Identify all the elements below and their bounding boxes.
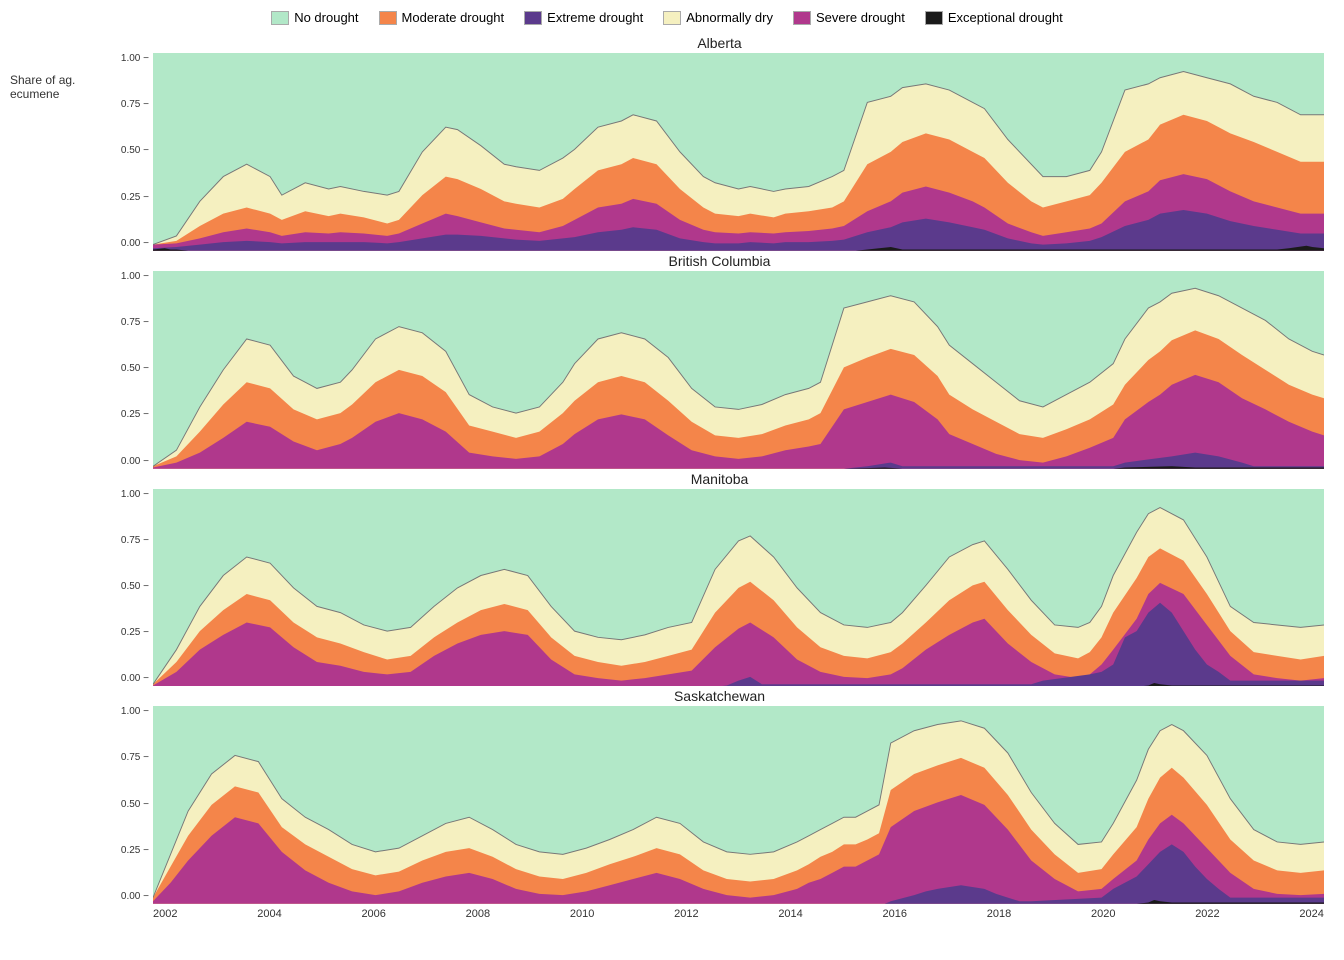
legend-label-extreme: Extreme drought bbox=[547, 10, 643, 25]
legend-row-2: Abnormally dry Severe drought Exceptiona… bbox=[663, 10, 1063, 25]
title-alberta: Alberta bbox=[115, 35, 1324, 51]
x-tick-2022: 2022 bbox=[1195, 908, 1219, 920]
legend-box-severe bbox=[793, 11, 811, 25]
x-tick-2016: 2016 bbox=[883, 908, 907, 920]
legend-label-severe: Severe drought bbox=[816, 10, 905, 25]
x-tick-2020: 2020 bbox=[1091, 908, 1115, 920]
legend-no-drought: No drought bbox=[271, 10, 358, 25]
title-manitoba: Manitoba bbox=[115, 471, 1324, 487]
svg-saskatchewan bbox=[153, 706, 1324, 904]
chart-bc: British Columbia 1.00 − 0.75 − 0.50 − 0.… bbox=[115, 253, 1324, 469]
legend-abnormally-dry: Abnormally dry bbox=[663, 10, 773, 25]
legend-label-exceptional: Exceptional drought bbox=[948, 10, 1063, 25]
x-tick-2010: 2010 bbox=[570, 908, 594, 920]
legend-label-no-drought: No drought bbox=[294, 10, 358, 25]
x-tick-2014: 2014 bbox=[778, 908, 802, 920]
legend-moderate-drought: Moderate drought bbox=[379, 10, 505, 25]
title-bc: British Columbia bbox=[115, 253, 1324, 269]
svg-manitoba bbox=[153, 489, 1324, 687]
legend-label-abnormal: Abnormally dry bbox=[686, 10, 773, 25]
x-tick-2024: 2024 bbox=[1299, 908, 1323, 920]
legend-exceptional-drought: Exceptional drought bbox=[925, 10, 1063, 25]
legend-box-moderate bbox=[379, 11, 397, 25]
x-tick-2008: 2008 bbox=[466, 908, 490, 920]
x-tick-2004: 2004 bbox=[257, 908, 281, 920]
legend-box-no-drought bbox=[271, 11, 289, 25]
svg-alberta bbox=[153, 53, 1324, 251]
legend-box-abnormal bbox=[663, 11, 681, 25]
legend-extreme-drought: Extreme drought bbox=[524, 10, 643, 25]
legend-severe-drought: Severe drought bbox=[793, 10, 905, 25]
title-saskatchewan: Saskatchewan bbox=[115, 688, 1324, 704]
chart-manitoba: Manitoba 1.00 − 0.75 − 0.50 − 0.25 − 0.0… bbox=[115, 471, 1324, 687]
x-tick-2002: 2002 bbox=[153, 908, 177, 920]
legend-label-moderate: Moderate drought bbox=[402, 10, 505, 25]
main-container: No drought Moderate drought Extreme drou… bbox=[0, 0, 1344, 960]
x-tick-2012: 2012 bbox=[674, 908, 698, 920]
chart-saskatchewan: Saskatchewan 1.00 − 0.75 − 0.50 − 0.25 −… bbox=[115, 688, 1324, 904]
legend-box-exceptional bbox=[925, 11, 943, 25]
x-tick-2018: 2018 bbox=[987, 908, 1011, 920]
x-axis-labels: 2002 2004 2006 2008 2010 2012 2014 2016 … bbox=[115, 908, 1324, 920]
x-tick-2006: 2006 bbox=[361, 908, 385, 920]
legend-box-extreme bbox=[524, 11, 542, 25]
svg-bc bbox=[153, 271, 1324, 469]
legend: No drought Moderate drought Extreme drou… bbox=[10, 10, 1324, 25]
y-axis-label: Share of ag. ecumene bbox=[10, 73, 115, 101]
legend-row-1: No drought Moderate drought Extreme drou… bbox=[271, 10, 643, 25]
charts-area: Share of ag. ecumene Alberta 1.00 − 0.75… bbox=[10, 35, 1324, 920]
chart-alberta: Alberta 1.00 − 0.75 − 0.50 − 0.25 − 0.00… bbox=[115, 35, 1324, 251]
